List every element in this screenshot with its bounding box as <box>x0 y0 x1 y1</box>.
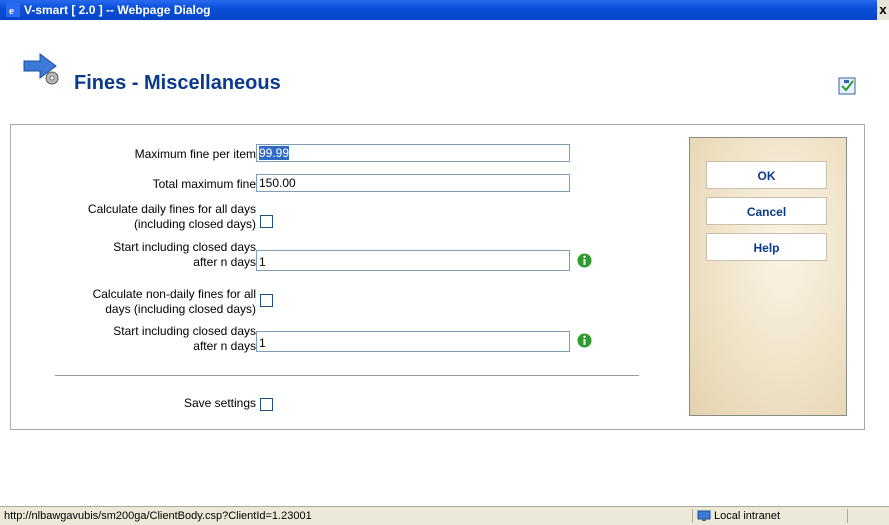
status-separator <box>847 509 848 523</box>
max-fine-value: 99.99 <box>259 146 290 160</box>
cancel-button[interactable]: Cancel <box>706 197 827 225</box>
status-separator <box>692 509 693 523</box>
statusbar: http://nlbawgavubis/sm200ga/ClientBody.c… <box>0 506 889 525</box>
nondaily-all-days-label-line2: days (including closed days) <box>105 302 256 316</box>
divider <box>55 375 639 376</box>
close-button[interactable]: x <box>877 0 889 20</box>
status-url: http://nlbawgavubis/sm200ga/ClientBody.c… <box>4 510 312 522</box>
save-settings-label: Save settings <box>183 396 256 410</box>
info-icon[interactable] <box>577 333 592 348</box>
start-closed-1-label-line2: after n days <box>193 255 256 269</box>
max-fine-label: Maximum fine per item <box>134 147 256 161</box>
start-closed-2-label-line1: Start including closed days <box>113 324 256 338</box>
ie-app-icon: e <box>6 3 20 17</box>
nondaily-all-days-label-line1: Calculate non-daily fines for all <box>92 287 256 301</box>
start-closed-1-label-line1: Start including closed days <box>113 240 256 254</box>
daily-all-days-checkbox[interactable] <box>260 215 273 228</box>
help-button[interactable]: Help <box>706 233 827 261</box>
info-icon[interactable] <box>577 253 592 268</box>
status-zone: Local intranet <box>714 510 781 522</box>
daily-all-days-label-line1: Calculate daily fines for all days <box>87 202 256 216</box>
start-closed-2-label: Start including closed days after n days <box>113 324 256 354</box>
intranet-zone-icon <box>697 510 711 521</box>
nondaily-all-days-label: Calculate non-daily fines for all days (… <box>93 287 256 317</box>
button-panel: OK Cancel Help <box>689 137 847 416</box>
start-closed-2-label-line2: after n days <box>193 339 256 353</box>
daily-all-days-label-line2: (including closed days) <box>133 217 256 231</box>
arrow-gear-icon <box>23 53 59 85</box>
help-checklist-icon[interactable] <box>838 77 856 95</box>
nondaily-all-days-checkbox[interactable] <box>260 294 273 307</box>
start-closed-1-input[interactable]: 1 <box>256 250 570 271</box>
daily-all-days-label: Calculate daily fines for all days (incl… <box>88 202 256 232</box>
start-closed-1-label: Start including closed days after n days <box>113 240 256 270</box>
page-title: Fines - Miscellaneous <box>74 72 281 94</box>
max-fine-input[interactable]: 99.99 <box>256 144 570 162</box>
start-closed-2-input[interactable]: 1 <box>256 331 570 352</box>
ok-button[interactable]: OK <box>706 161 827 189</box>
svg-text:e: e <box>9 5 14 17</box>
total-max-input[interactable]: 150.00 <box>256 174 570 192</box>
total-max-label: Total maximum fine <box>152 177 256 191</box>
window-title: V-smart [ 2.0 ] -- Webpage Dialog <box>24 3 211 17</box>
save-settings-checkbox[interactable] <box>260 398 273 411</box>
window-titlebar[interactable]: e V-smart [ 2.0 ] -- Webpage Dialog x <box>0 0 889 20</box>
